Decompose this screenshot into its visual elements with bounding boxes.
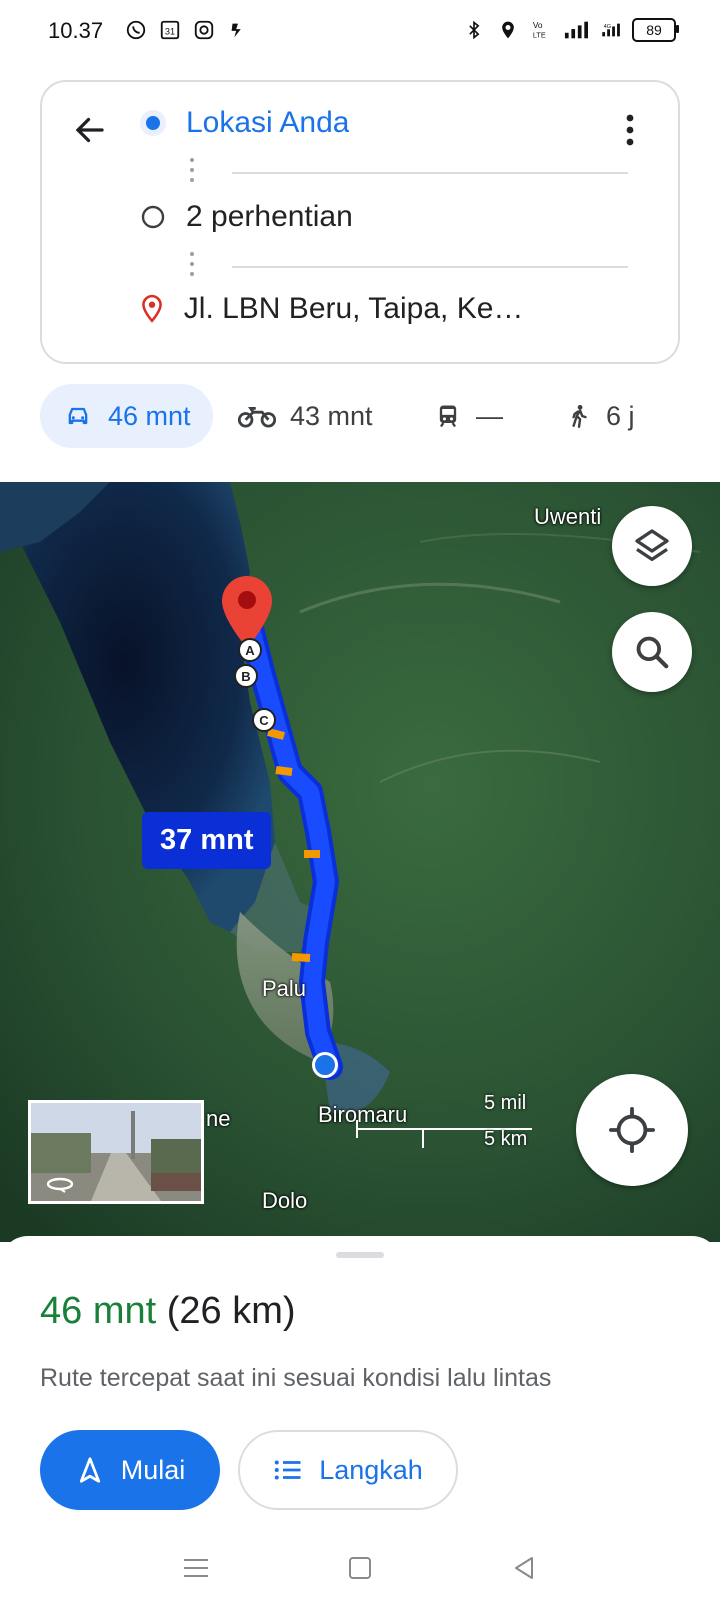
mode-transit-label: — xyxy=(476,400,503,431)
back-button[interactable] xyxy=(68,108,112,152)
whatsapp-icon xyxy=(124,18,148,42)
scale-mi: 5 mil xyxy=(484,1092,527,1114)
location-icon xyxy=(496,18,520,42)
mode-transit[interactable]: — xyxy=(434,384,503,448)
back-triangle-icon xyxy=(515,1557,533,1579)
eta-badge[interactable]: 37 mnt xyxy=(142,812,272,869)
map-label-uwenti: Uwenti xyxy=(534,504,602,529)
steps-button[interactable]: Langkah xyxy=(238,1430,458,1510)
calendar-icon: 31 xyxy=(158,18,182,42)
menu-icon xyxy=(184,1559,208,1577)
more-vert-icon xyxy=(626,114,634,146)
system-navigation-bar xyxy=(0,1524,720,1612)
stop-circle-icon xyxy=(138,204,168,230)
svg-text:Vo: Vo xyxy=(533,21,543,30)
home-nav-button[interactable] xyxy=(328,1544,392,1592)
svg-text:31: 31 xyxy=(165,27,175,37)
signal-4g-icon: 4G xyxy=(598,18,622,42)
waypoint-b[interactable]: B xyxy=(234,664,258,688)
scale-km: 5 km xyxy=(484,1128,528,1150)
route-distance: (26 km) xyxy=(166,1290,296,1332)
origin-text: Lokasi Anda xyxy=(186,106,350,139)
mode-walk-label: 6 j xyxy=(606,400,635,431)
system-icons: Vo LTE 4G 89 xyxy=(462,18,679,42)
destination-row[interactable]: Jl. LBN Beru, Taipa, Kec. P... xyxy=(138,292,538,326)
origin-dot-icon xyxy=(138,108,168,138)
route-card: Lokasi Anda 2 perhentian Jl. LBN Beru, T… xyxy=(40,80,680,364)
map-view[interactable]: A B C 37 mnt Uwenti Palu Biromaru Dolo n… xyxy=(0,482,720,1242)
waypoint-a[interactable]: A xyxy=(238,638,262,662)
bluetooth-icon xyxy=(462,18,486,42)
map-label-dolo: Dolo xyxy=(262,1188,308,1213)
divider xyxy=(232,172,628,174)
route-connector xyxy=(190,252,194,276)
route-connector xyxy=(190,158,194,182)
layers-button[interactable] xyxy=(612,506,692,586)
divider xyxy=(232,266,628,268)
origin-row[interactable]: Lokasi Anda xyxy=(138,106,538,140)
route-description: Rute tercepat saat ini sesuai kondisi la… xyxy=(40,1364,552,1392)
route-duration: 46 mnt xyxy=(40,1290,157,1332)
menu-nav-button[interactable] xyxy=(164,1544,228,1592)
map-label-ne: ne xyxy=(206,1106,231,1131)
destination-text: Jl. LBN Beru, Taipa, Kec. P... xyxy=(183,292,538,325)
svg-text:LTE: LTE xyxy=(533,30,546,39)
signal-icon xyxy=(564,18,588,42)
notification-icons: 31 xyxy=(124,18,250,42)
mode-car[interactable]: 46 mnt xyxy=(40,384,213,448)
stops-text: 2 perhentian xyxy=(186,200,353,233)
steps-label: Langkah xyxy=(319,1454,423,1485)
back-nav-button[interactable] xyxy=(492,1544,556,1592)
stops-row[interactable]: 2 perhentian xyxy=(138,200,538,234)
my-location-button[interactable] xyxy=(576,1074,688,1186)
svg-text:4G: 4G xyxy=(604,24,612,30)
status-bar: 10.37 31 Vo LTE 4G 89 xyxy=(0,0,720,64)
mode-walk[interactable]: 6 j xyxy=(566,384,635,448)
mode-car-label: 46 mnt xyxy=(108,400,191,431)
more-options-button[interactable] xyxy=(608,108,652,152)
start-label: Mulai xyxy=(120,1454,186,1485)
motorcycle-icon xyxy=(238,407,276,428)
travel-mode-tabs: 46 mnt 43 mnt — 6 j xyxy=(40,384,700,464)
app-icon xyxy=(226,18,250,42)
car-icon xyxy=(68,407,88,425)
crosshair-icon xyxy=(609,1107,655,1153)
list-icon xyxy=(274,1460,301,1480)
drag-handle[interactable] xyxy=(336,1252,384,1258)
instagram-icon xyxy=(192,18,216,42)
walk-icon xyxy=(572,404,587,429)
navigation-arrow-icon xyxy=(79,1457,100,1483)
destination-pin-icon xyxy=(138,294,166,324)
home-square-icon xyxy=(349,1557,371,1579)
mode-motorcycle-label: 43 mnt xyxy=(290,400,373,431)
mode-motorcycle[interactable]: 43 mnt xyxy=(238,384,373,448)
origin-marker xyxy=(312,1052,338,1078)
street-view-thumbnail[interactable] xyxy=(28,1100,204,1204)
start-navigation-button[interactable]: Mulai xyxy=(40,1430,220,1510)
waypoint-c[interactable]: C xyxy=(252,708,276,732)
train-icon xyxy=(439,405,457,428)
360-rotate-icon xyxy=(46,1177,74,1193)
route-summary: 46 mnt (26 km) xyxy=(40,1290,296,1333)
search-button[interactable] xyxy=(612,612,692,692)
layers-icon xyxy=(635,529,669,561)
volte-icon: Vo LTE xyxy=(530,18,554,42)
map-label-palu: Palu xyxy=(262,976,307,1001)
arrow-back-icon xyxy=(75,117,104,143)
status-time: 10.37 xyxy=(48,18,104,43)
search-icon xyxy=(636,636,669,669)
battery-indicator: 89 xyxy=(632,18,679,42)
